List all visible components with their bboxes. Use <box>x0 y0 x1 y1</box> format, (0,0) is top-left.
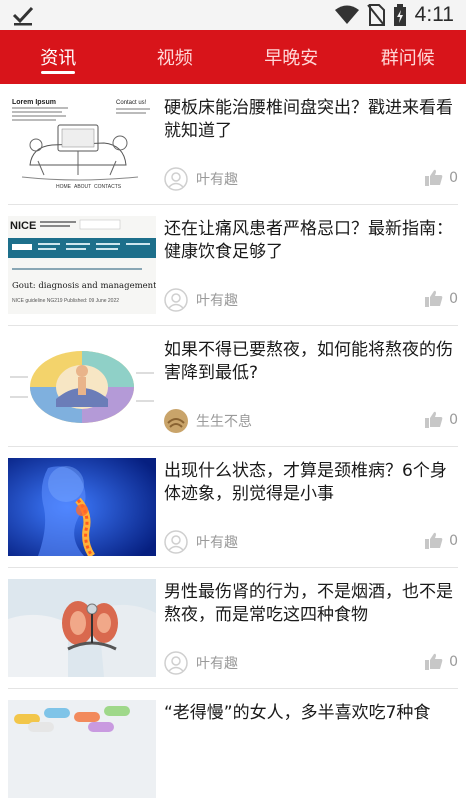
like-button[interactable]: 0 <box>425 532 458 549</box>
article-item[interactable]: NICE Gout: diagnosis and management NICE… <box>8 205 458 326</box>
article-item[interactable]: 出现什么状态，才算是颈椎病？6个身体迹象，别觉得是小事 叶有趣 0 <box>8 447 458 568</box>
article-item[interactable]: 男性最伤肾的行为，不是烟酒，也不是熬夜，而是常吃这四种食物 叶有趣 0 <box>8 568 458 689</box>
article-thumbnail: NICE Gout: diagnosis and management NICE… <box>8 216 156 314</box>
tab-video[interactable]: 视频 <box>117 30 234 84</box>
default-avatar-icon[interactable] <box>164 651 188 675</box>
article-title[interactable]: 还在让痛风患者严格忌口？最新指南：健康饮食足够了 <box>164 218 456 264</box>
article-title[interactable]: “老得慢”的女人，多半喜欢吃7种食 <box>164 702 456 725</box>
article-meta: 叶有趣 0 <box>164 167 458 191</box>
author-name[interactable]: 叶有趣 <box>196 290 238 310</box>
like-count: 0 <box>449 533 458 549</box>
article-thumbnail: Lorem Ipsum Contact us! HOME ABOUT CONTA… <box>8 95 156 193</box>
thumb-logo: NICE <box>10 220 36 232</box>
like-count: 0 <box>449 412 458 428</box>
like-button[interactable]: 0 <box>425 290 458 307</box>
thumbs-up-icon <box>425 532 443 549</box>
default-avatar-icon[interactable] <box>164 167 188 191</box>
clock: 4:11 <box>415 3 454 27</box>
article-thumbnail <box>8 579 156 677</box>
tab-group-greetings[interactable]: 群问候 <box>350 30 466 84</box>
user-avatar[interactable] <box>164 409 188 433</box>
default-avatar-icon[interactable] <box>164 530 188 554</box>
thumb-title: Gout: diagnosis and management <box>12 281 156 291</box>
like-button[interactable]: 0 <box>425 169 458 186</box>
thumb-nav-contacts: CONTACTS <box>94 184 122 190</box>
article-thumbnail <box>8 337 156 435</box>
article-meta: 叶有趣 0 <box>164 530 458 554</box>
article-title[interactable]: 硬板床能治腰椎间盘突出？戳进来看看就知道了 <box>164 97 456 143</box>
author-name[interactable]: 叶有趣 <box>196 653 238 673</box>
like-count: 0 <box>449 654 458 670</box>
like-count: 0 <box>449 291 458 307</box>
article-item[interactable]: 如果不得已要熬夜，如何能将熬夜的伤害降到最低? 生生不息 0 <box>8 326 458 447</box>
article-thumbnail <box>8 700 156 798</box>
article-feed: Lorem Ipsum Contact us! HOME ABOUT CONTA… <box>0 84 466 809</box>
like-button[interactable]: 0 <box>425 653 458 670</box>
category-tab-bar: 资讯 视频 早晚安 群问候 <box>0 30 466 84</box>
author-name[interactable]: 叶有趣 <box>196 169 238 189</box>
wifi-icon <box>335 5 359 25</box>
like-count: 0 <box>449 170 458 186</box>
article-meta: 叶有趣 0 <box>164 288 458 312</box>
thumb-heading: Lorem Ipsum <box>12 99 56 106</box>
like-button[interactable]: 0 <box>425 411 458 428</box>
thumbs-up-icon <box>425 169 443 186</box>
thumb-contact: Contact us! <box>116 100 147 106</box>
no-sim-icon <box>367 4 385 26</box>
author-name[interactable]: 叶有趣 <box>196 532 238 552</box>
thumbs-up-icon <box>425 653 443 670</box>
author-name[interactable]: 生生不息 <box>196 411 252 431</box>
article-item[interactable]: “老得慢”的女人，多半喜欢吃7种食 <box>8 689 458 809</box>
article-meta: 叶有趣 0 <box>164 651 458 675</box>
article-item[interactable]: Lorem Ipsum Contact us! HOME ABOUT CONTA… <box>8 84 458 205</box>
status-bar: 4:11 <box>0 0 466 30</box>
tab-news[interactable]: 资讯 <box>0 30 117 84</box>
thumbs-up-icon <box>425 411 443 428</box>
article-title[interactable]: 如果不得已要熬夜，如何能将熬夜的伤害降到最低? <box>164 339 456 385</box>
thumb-sub: NICE guideline NG219 Published: 09 June … <box>12 298 119 304</box>
battery-icon <box>393 4 407 26</box>
default-avatar-icon[interactable] <box>164 288 188 312</box>
tab-morning-evening[interactable]: 早晚安 <box>233 30 350 84</box>
article-thumbnail <box>8 458 156 556</box>
article-title[interactable]: 出现什么状态，才算是颈椎病？6个身体迹象，别觉得是小事 <box>164 460 456 506</box>
thumb-nav-home: HOME <box>56 184 72 190</box>
article-meta: 生生不息 0 <box>164 409 458 433</box>
thumbs-up-icon <box>425 290 443 307</box>
article-title[interactable]: 男性最伤肾的行为，不是烟酒，也不是熬夜，而是常吃这四种食物 <box>164 581 456 627</box>
thumb-nav-about: ABOUT <box>74 184 91 190</box>
check-icon <box>12 4 34 26</box>
